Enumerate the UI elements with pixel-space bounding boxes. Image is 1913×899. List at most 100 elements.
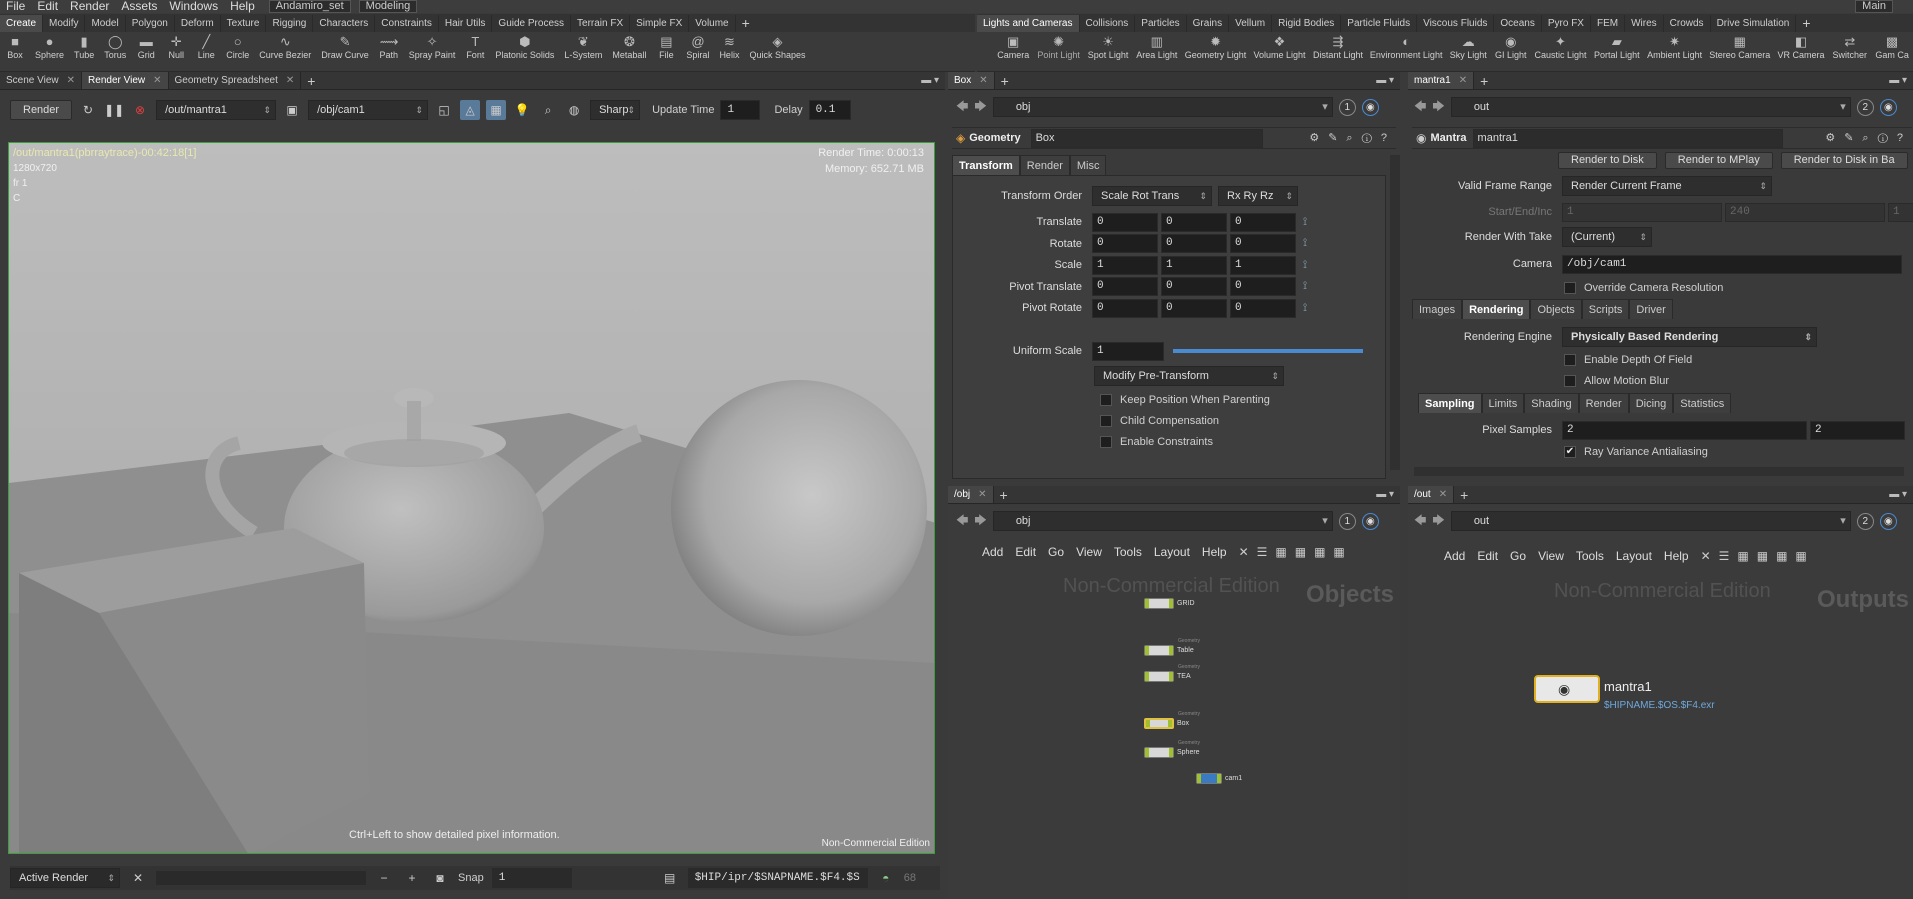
translate-field-z[interactable]: 0 (1230, 212, 1296, 232)
pause-icon[interactable]: ❚❚ (104, 100, 124, 120)
modify-pre-transform-select[interactable]: Modify Pre-Transform (1094, 366, 1284, 386)
tab-render-sub[interactable]: Render (1578, 393, 1629, 413)
motion-blur-checkbox[interactable] (1564, 375, 1576, 387)
node-sphere[interactable]: Sphere Geometry (1144, 740, 1200, 758)
node-name-field[interactable]: Box (1030, 128, 1263, 148)
render-button[interactable]: Render (10, 100, 73, 120)
shelf-tab-create[interactable]: Create (0, 14, 44, 32)
child-compensation-checkbox[interactable] (1100, 415, 1112, 427)
tool-geometry-light[interactable]: ✹ Geometry Light (1181, 32, 1249, 71)
pane-menu-icon[interactable]: ▬ ▾ (915, 75, 945, 86)
pane-menu-icon[interactable]: ▬ ▾ (1883, 75, 1913, 86)
node-box[interactable]: Box Geometry (1144, 711, 1200, 729)
camera-field[interactable]: /obj/cam1 (1562, 254, 1902, 274)
tab-transform[interactable]: Transform (952, 155, 1020, 175)
add-tab-icon[interactable]: + (994, 487, 1014, 503)
render-to-disk-button[interactable]: Render to Disk (1558, 151, 1657, 169)
menu-help[interactable]: Help (1664, 549, 1689, 563)
camera-select[interactable]: /obj/cam1 (308, 100, 429, 120)
rotate-field-z[interactable]: 0 (1230, 234, 1296, 253)
shelf-tab-crowds[interactable]: Crowds (1664, 14, 1711, 32)
menu-edit[interactable]: Edit (1477, 549, 1498, 563)
tab-driver[interactable]: Driver (1629, 299, 1673, 319)
add-shelf-icon[interactable]: + (1796, 15, 1816, 31)
desktop-selector[interactable]: Andamiro_set (268, 0, 351, 13)
menu-go[interactable]: Go (1510, 549, 1526, 563)
menu-tools[interactable]: Tools (1114, 545, 1142, 559)
snapshot-path-field[interactable]: $HIP/ipr/$SNAPNAME.$F4.$S (687, 868, 868, 888)
tool-gi-light[interactable]: ◉ GI Light (1491, 32, 1531, 71)
tool-path[interactable]: ⟿ Path (374, 32, 404, 71)
out-network-editor[interactable]: 🡄 🡆 out 2 ◉ Add Edit Go View Tools Layou… (1408, 505, 1913, 899)
snapshot-icon[interactable]: ◓ (876, 868, 896, 888)
menu-help[interactable]: Help (1202, 545, 1227, 559)
menu-help[interactable]: Help (224, 0, 261, 13)
pane-menu-icon[interactable]: ▬ ▾ (1370, 489, 1400, 500)
menu-layout[interactable]: Layout (1616, 549, 1652, 563)
shelf-tab-polygon[interactable]: Polygon (126, 14, 175, 32)
tab-obj[interactable]: /obj ✕ (948, 486, 994, 503)
tab-limits[interactable]: Limits (1481, 393, 1525, 413)
tool-box[interactable]: ■ Box (0, 32, 30, 71)
link-icon[interactable]: ◉ (1361, 512, 1379, 530)
pivot-rotate-field-x[interactable]: 0 (1092, 298, 1158, 318)
tool-sphere[interactable]: ● Sphere (30, 32, 69, 71)
shelf-tab-guide-process[interactable]: Guide Process (492, 14, 572, 32)
shelf-tab-model[interactable]: Model (85, 14, 126, 32)
back-icon[interactable]: 🡄 (956, 511, 968, 532)
auto-update-icon[interactable]: ▦ (486, 100, 507, 120)
shelf-tab-simple-fx[interactable]: Simple FX (630, 14, 690, 32)
obj-path-field[interactable]: obj (992, 511, 1333, 531)
tool-font[interactable]: T Font (460, 32, 490, 71)
tab-mantra1[interactable]: mantra1 ✕ (1408, 72, 1475, 89)
shelf-tab-particle-fluids[interactable]: Particle Fluids (1341, 14, 1418, 32)
menu-assets[interactable]: Assets (115, 0, 163, 13)
add-tab-icon[interactable]: + (995, 73, 1015, 89)
tool-tube[interactable]: ▮ Tube (69, 32, 99, 71)
node-body[interactable] (1144, 747, 1174, 758)
tool-stereo-camera[interactable]: ▦ Stereo Camera (1706, 32, 1774, 71)
shelf-tab-terrain-fx[interactable]: Terrain FX (571, 14, 631, 32)
tool-line[interactable]: ╱ Line (191, 32, 221, 71)
shelf-tab-constraints[interactable]: Constraints (375, 14, 439, 32)
output-driver-select[interactable]: /out/mantra1 (156, 100, 277, 120)
main-combo[interactable]: Main (1855, 0, 1893, 13)
menu-tools[interactable]: Tools (1576, 549, 1604, 563)
scale-field-x[interactable]: 1 (1092, 255, 1158, 275)
snapshot-icon[interactable]: ▣ (282, 100, 302, 120)
camera-icon[interactable]: ◙ (430, 868, 450, 888)
node-grid[interactable]: GRID (1144, 598, 1195, 609)
tool-circle[interactable]: ○ Circle (221, 32, 254, 71)
add-tab-icon[interactable]: + (301, 73, 321, 89)
tool-null[interactable]: ✛ Null (161, 32, 191, 71)
tool-volume-light[interactable]: ❖ Volume Light (1250, 32, 1309, 71)
shelf-tab-rigid-bodies[interactable]: Rigid Bodies (1272, 14, 1342, 32)
snap-field[interactable]: 1 (491, 868, 572, 888)
link-icon[interactable]: ◉ (1361, 98, 1379, 116)
valid-frame-select[interactable]: Render Current Frame (1562, 176, 1772, 196)
shelf-tab-collisions[interactable]: Collisions (1080, 14, 1136, 32)
tab-scripts[interactable]: Scripts (1581, 299, 1630, 319)
menu-add[interactable]: Add (1444, 549, 1465, 563)
node-body[interactable] (1196, 773, 1222, 784)
save-icon[interactable]: ▤ (660, 868, 680, 888)
link-icon[interactable]: ◉ (1879, 98, 1897, 116)
obj-network-editor[interactable]: 🡄 🡆 obj 1 ◉ Add Edit Go View Tools Layou… (948, 505, 1400, 899)
shelf-tab-vellum[interactable]: Vellum (1229, 14, 1273, 32)
tool-distant-light[interactable]: ⇶ Distant Light (1309, 32, 1367, 71)
tool-l-system[interactable]: ❦ L-System (559, 32, 607, 71)
tab-scene-view[interactable]: Scene View ✕ (0, 72, 83, 89)
rotation-order-select[interactable]: Rx Ry Rz (1218, 186, 1298, 206)
tab-box[interactable]: Box ✕ (948, 72, 995, 89)
rotate-field-y[interactable]: 0 (1161, 234, 1227, 253)
shelf-tab-modify[interactable]: Modify (43, 14, 86, 32)
shelf-tab-volume[interactable]: Volume (689, 14, 736, 32)
back-icon[interactable]: 🡄 (1414, 511, 1426, 532)
shelf-tab-pyro-fx[interactable]: Pyro FX (1542, 14, 1591, 32)
tab-statistics[interactable]: Statistics (1673, 393, 1732, 413)
tool-file[interactable]: ▤ File (651, 32, 681, 71)
shelf-tab-hair-utils[interactable]: Hair Utils (439, 14, 493, 32)
handle-icon[interactable]: ⟟ (1303, 302, 1307, 315)
scale-field-z[interactable]: 1 (1230, 255, 1296, 275)
menu-layout[interactable]: Layout (1154, 545, 1190, 559)
